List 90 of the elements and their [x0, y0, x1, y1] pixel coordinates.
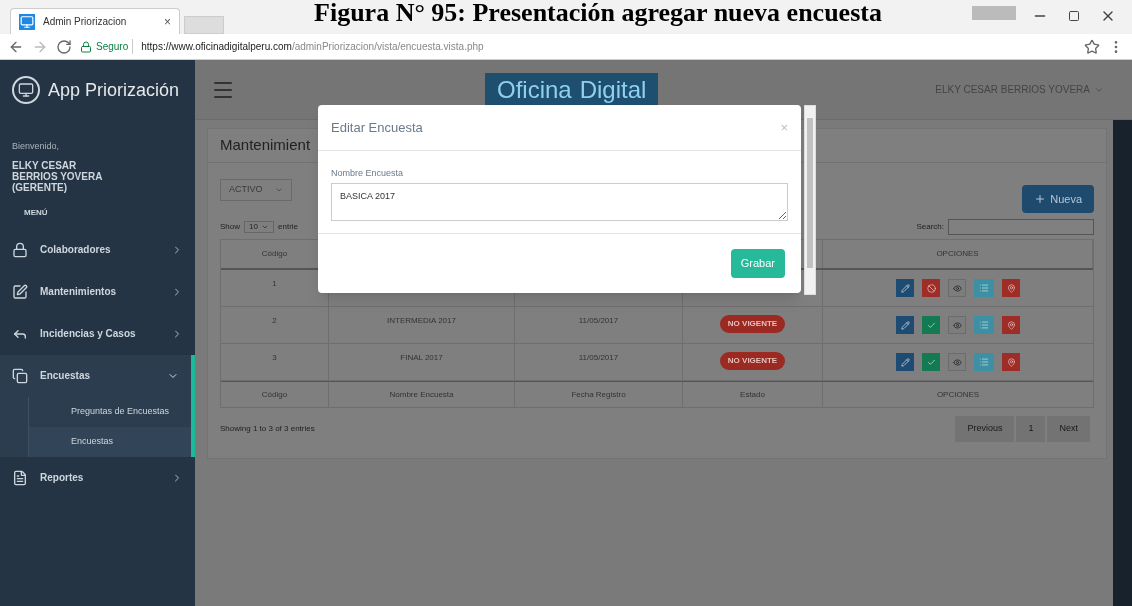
footer-cell: Estado: [740, 388, 765, 401]
list-button[interactable]: [974, 353, 994, 371]
pin-button[interactable]: [1002, 353, 1020, 371]
show-label: Show: [220, 221, 240, 233]
entries-info: Showing 1 to 3 of 3 entries: [220, 423, 315, 435]
reload-icon[interactable]: [56, 38, 72, 55]
caret-icon: [261, 223, 269, 231]
list-button[interactable]: [974, 279, 994, 297]
table-cell: 2: [272, 315, 277, 327]
eye-icon: [952, 320, 962, 330]
user-name: ELKY CESAR BERRIOS YOVERA (GERENTE): [11, 159, 104, 193]
pagination-button[interactable]: Previous: [955, 416, 1015, 442]
list-icon: [979, 283, 989, 293]
footer-cell: OPCIONES: [936, 388, 980, 401]
pin-button[interactable]: [1002, 279, 1020, 297]
figure-caption: Figura N° 95: Presentación agregar nueva encuesta: [314, 0, 882, 26]
eye-icon: [952, 357, 962, 367]
eye-icon: [952, 283, 962, 293]
list-icon: [979, 357, 989, 367]
deactivate-button[interactable]: [922, 279, 940, 297]
tab-favicon-icon: [19, 13, 35, 30]
maximize-icon[interactable]: [1068, 10, 1080, 22]
sidebar-menu-item[interactable]: Encuestas: [0, 354, 191, 397]
panel-title: Mantenimient: [220, 135, 311, 156]
menu-heading: MENÚ: [23, 206, 49, 219]
dialog-title: Editar Encuesta: [331, 118, 424, 137]
document-icon: [12, 469, 28, 486]
submenu-item[interactable]: Preguntas de Encuestas: [28, 396, 191, 427]
edit-icon: [12, 283, 28, 300]
search-field[interactable]: [948, 219, 1094, 235]
list-icon: [979, 320, 989, 330]
edit-button[interactable]: [896, 353, 914, 371]
table-cell: 11/05/2017: [578, 315, 619, 327]
pin-icon: [1006, 357, 1016, 367]
tab-title: Admin Priorizacion: [43, 15, 128, 29]
pagination-button[interactable]: Next: [1047, 416, 1090, 442]
secure-label: Seguro: [96, 39, 134, 54]
table-cell: INTERMEDIA 2017: [387, 315, 456, 327]
edit-button[interactable]: [896, 279, 914, 297]
tab-close-button[interactable]: ×: [164, 12, 171, 31]
footer-cell: Nombre Encuesta: [389, 388, 454, 401]
documents-icon: [12, 367, 28, 384]
view-button[interactable]: [948, 316, 966, 334]
logo-banner: Oficina Digital: [485, 72, 659, 107]
name-field[interactable]: BASICA 2017: [331, 182, 788, 221]
footer-cell: Código: [261, 388, 288, 401]
field-label: Nombre Encuesta: [331, 167, 405, 180]
laptop-icon: [12, 76, 40, 104]
new-button[interactable]: Nueva: [1022, 185, 1094, 213]
sidebar-menu-item[interactable]: Incidencias y Casos: [0, 312, 195, 355]
status-badge: NO VIGENTE: [719, 315, 786, 333]
footer-cell: Fecha Registro: [571, 388, 626, 401]
table-cell: 11/05/2017: [578, 352, 619, 364]
view-button[interactable]: [948, 353, 966, 371]
pagination-button[interactable]: 1: [1016, 416, 1046, 442]
pencil-icon: [900, 283, 910, 293]
sidebar-menu-item[interactable]: Colaboradores: [0, 228, 195, 271]
pin-button[interactable]: [1002, 316, 1020, 334]
table-cell: 3: [272, 352, 277, 364]
table-cell: 1: [272, 278, 277, 290]
app-brand: App Priorización: [48, 78, 180, 102]
url-text: https://www.oficinadigitalperu.com/adminPriorizacion/vista/encuesta.vista.php: [140, 40, 484, 54]
pin-icon: [1006, 283, 1016, 293]
status-badge: NO VIGENTE: [719, 352, 786, 370]
browser-tab[interactable]: Admin Priorizacion ×: [10, 8, 180, 34]
activate-button[interactable]: [922, 316, 940, 334]
pencil-icon: [900, 320, 910, 330]
caret-icon: [275, 186, 283, 194]
view-button[interactable]: [948, 279, 966, 297]
bookmark-star-icon[interactable]: [1084, 38, 1100, 55]
lock-icon: [80, 40, 92, 53]
sidebar-menu-item[interactable]: Mantenimientos: [0, 270, 195, 313]
table-cell: FINAL 2017: [400, 352, 443, 364]
page-size-select[interactable]: 10: [244, 221, 274, 233]
plus-icon: [1034, 193, 1047, 205]
check-icon: [926, 357, 936, 367]
activate-button[interactable]: [922, 353, 940, 371]
ban-icon: [926, 283, 936, 293]
scrollbar[interactable]: [804, 105, 816, 295]
check-icon: [926, 320, 936, 330]
pin-icon: [1006, 320, 1016, 330]
pencil-icon: [900, 357, 910, 367]
submenu-item[interactable]: Encuestas: [28, 426, 191, 457]
lock-icon: [12, 241, 28, 258]
edit-button[interactable]: [896, 316, 914, 334]
entries-label: entrie: [278, 221, 299, 233]
sidebar-menu-item[interactable]: Reportes: [0, 456, 195, 499]
search-label: Search:: [916, 221, 944, 233]
welcome-text: Bienvenido,: [11, 140, 61, 153]
list-button[interactable]: [974, 316, 994, 334]
